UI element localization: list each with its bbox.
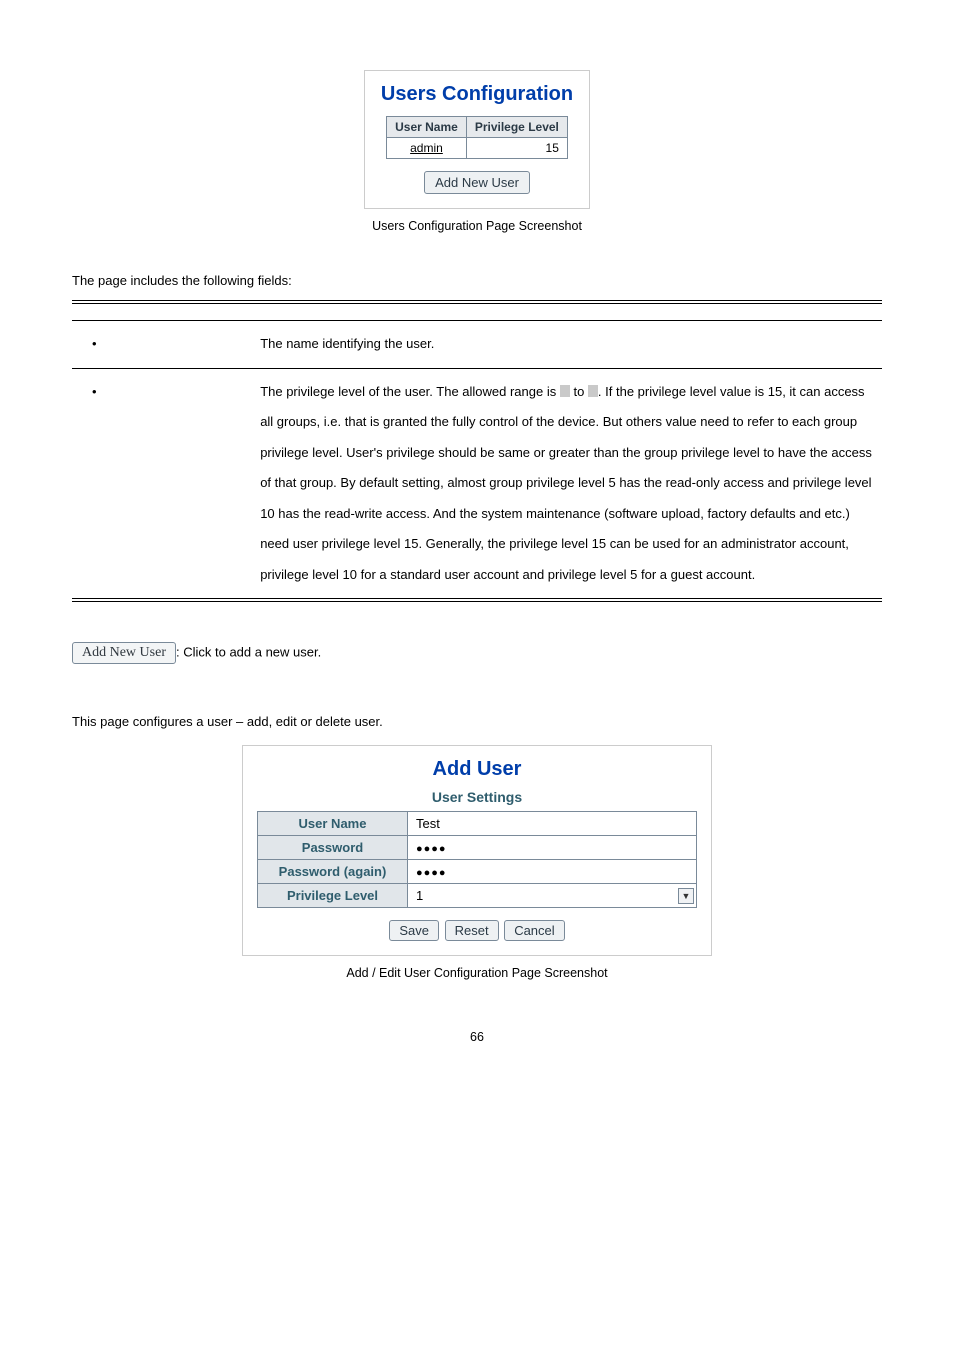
users-config-panel: Users Configuration User Name Privilege … [364,70,590,209]
reset-button[interactable]: Reset [445,920,499,941]
button-row: Save Reset Cancel [257,920,697,941]
add-new-user-desc: : Click to add a new user. [176,645,321,660]
text-fragment: to [570,384,588,399]
figure-caption: Users Configuration Page Screenshot [72,219,882,233]
panel-subtitle: User Settings [257,789,697,805]
table-row: Password (again) ●●●● [258,860,697,884]
table-row: The privilege level of the user. The all… [72,368,882,600]
range-to-box [588,385,598,397]
table-row: User Name Test [258,812,697,836]
page-number: 66 [72,1030,882,1044]
password-again-value: ●●●● [416,867,447,879]
password-again-input[interactable]: ●●●● [408,860,697,884]
range-from-box [560,385,570,397]
password-value: ●●●● [416,843,447,855]
add-user-panel: Add User User Settings User Name Test Pa… [242,745,712,956]
label-password: Password [258,836,408,860]
users-table: User Name Privilege Level admin 15 [386,116,568,159]
table-row: admin 15 [387,138,568,159]
chevron-down-icon[interactable]: ▼ [678,888,694,904]
text-fragment: . If the privilege level value is 15, it… [260,384,872,582]
fields-intro: The page includes the following fields: [72,273,882,288]
bullet-icon [92,384,107,399]
cell-privilege: 15 [466,138,567,159]
username-input[interactable]: Test [408,812,697,836]
bullet-icon [92,336,107,351]
privilege-value: 1 [416,888,423,903]
fields-table: The name identifying the user. The privi… [72,300,882,602]
add-new-user-button[interactable]: Add New User [72,642,176,664]
header-desc [250,302,882,321]
table-row: The name identifying the user. [72,321,882,369]
user-link-admin[interactable]: admin [410,141,443,155]
add-new-user-row: Add New User: Click to add a new user. [72,642,882,664]
add-new-user-button[interactable]: Add New User [424,171,530,194]
label-privilege: Privilege Level [258,884,408,908]
col-privilege: Privilege Level [466,117,567,138]
label-username: User Name [258,812,408,836]
table-row: Privilege Level 1 ▼ [258,884,697,908]
panel-title: Users Configuration [381,83,573,106]
panel-title: Add User [257,758,697,781]
user-settings-table: User Name Test Password ●●●● Password (a… [257,811,697,908]
text-fragment: The privilege level of the user. The all… [260,384,560,399]
save-button[interactable]: Save [389,920,439,941]
cancel-button[interactable]: Cancel [504,920,564,941]
desc-privilege: The privilege level of the user. The all… [250,368,882,600]
col-username: User Name [387,117,467,138]
figure-caption: Add / Edit User Configuration Page Scree… [72,966,882,980]
config-description: This page configures a user – add, edit … [72,714,882,729]
password-input[interactable]: ●●●● [408,836,697,860]
privilege-select[interactable]: 1 ▼ [408,884,697,908]
desc-username: The name identifying the user. [250,321,882,369]
label-password-again: Password (again) [258,860,408,884]
header-object [72,302,250,321]
table-row: Password ●●●● [258,836,697,860]
